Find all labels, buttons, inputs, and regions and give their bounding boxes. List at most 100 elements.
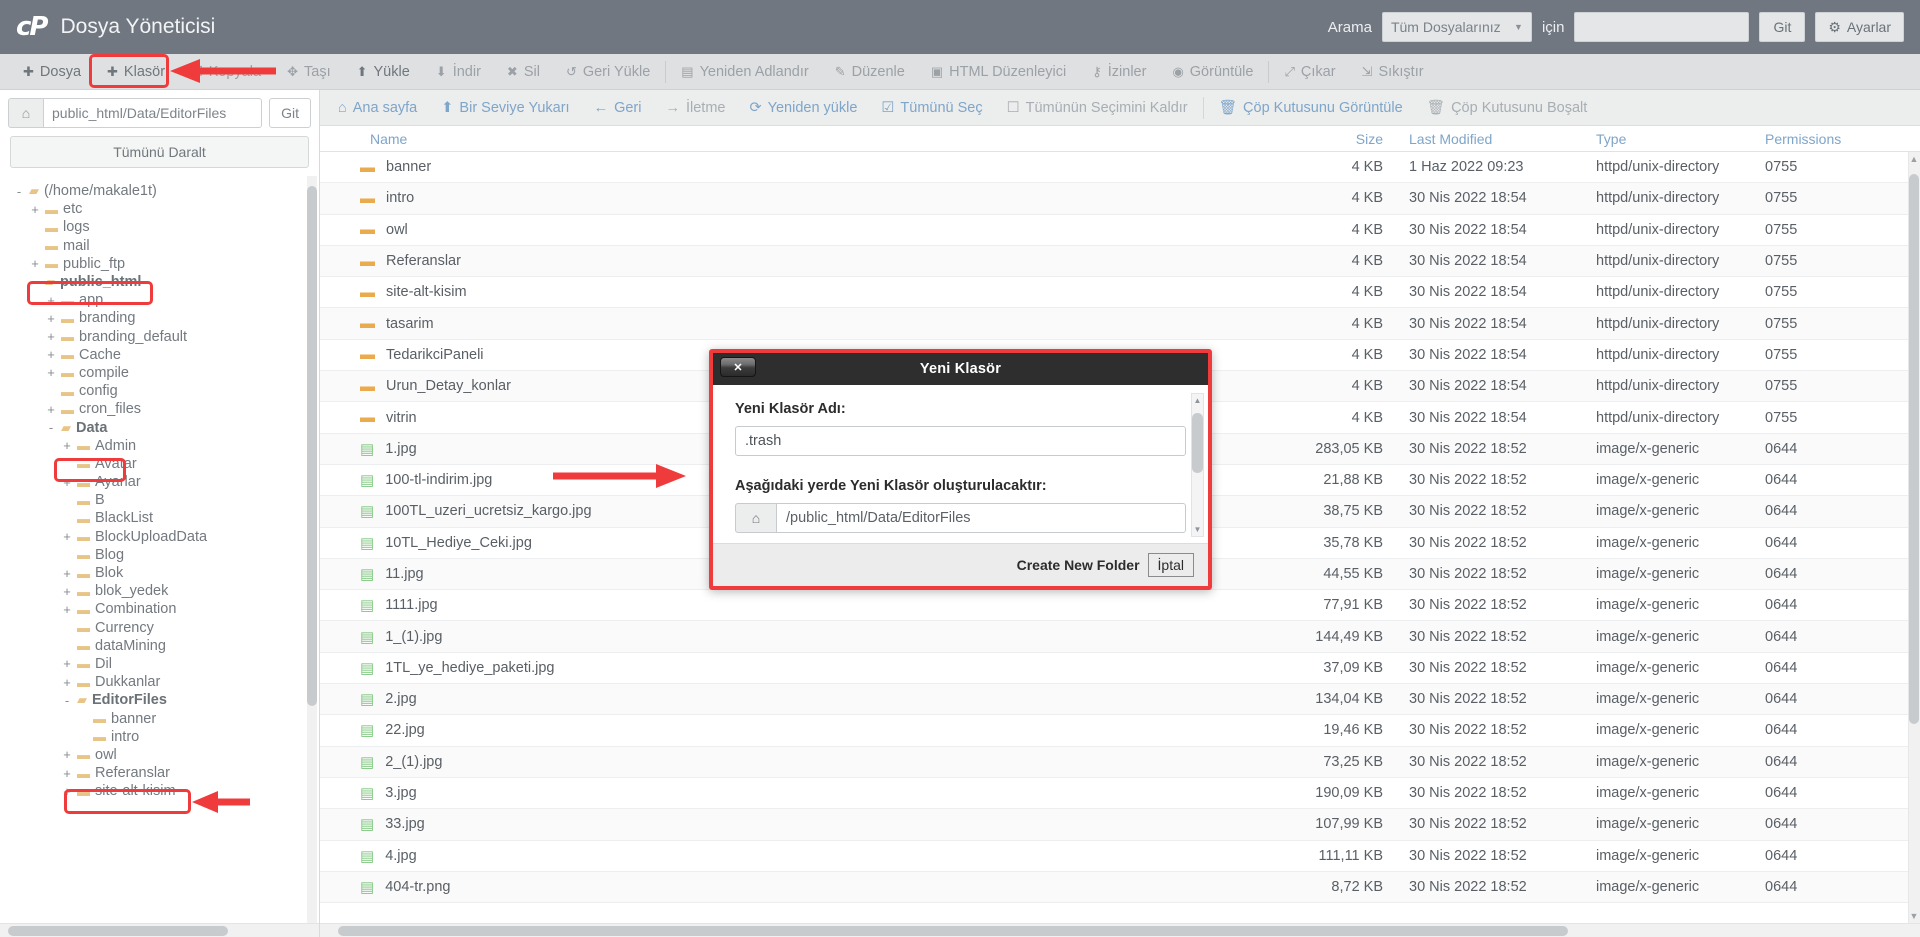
expand-icon[interactable]: + xyxy=(62,675,72,690)
column-header-name[interactable]: Name xyxy=(328,131,1283,147)
tree-node-public-ftp[interactable]: +▬public_ftp xyxy=(0,255,319,273)
expand-icon[interactable]: + xyxy=(62,475,72,490)
nav-button-t-m-n-se-[interactable]: ☑Tümünü Seç xyxy=(869,90,994,125)
table-row[interactable]: ▤4.jpg111,11 KB30 Nis 2022 18:52image/x-… xyxy=(320,841,1920,872)
tree-node-blog[interactable]: +▬Blog xyxy=(0,546,319,564)
file-list-vertical-scrollbar[interactable]: ▲ ▼ xyxy=(1908,152,1920,923)
toolbar-button-klas-r[interactable]: ✚Klasör xyxy=(94,54,178,89)
home-icon[interactable]: ⌂ xyxy=(735,503,777,533)
table-row[interactable]: ▬intro4 KB30 Nis 2022 18:54httpd/unix-di… xyxy=(320,183,1920,214)
nav-button-bir-seviye-yukar-[interactable]: ⬆Bir Seviye Yukarı xyxy=(429,90,581,125)
collapse-icon[interactable]: - xyxy=(46,420,56,435)
tree-node--home-makale1t-[interactable]: -▰(/home/makale1t) xyxy=(0,182,319,200)
git-button[interactable]: Git xyxy=(269,98,311,128)
collapse-icon[interactable]: - xyxy=(62,693,72,708)
table-row[interactable]: ▤33.jpg107,99 KB30 Nis 2022 18:52image/x… xyxy=(320,809,1920,840)
tree-node-owl[interactable]: +▬owl xyxy=(0,746,319,764)
nav-button-geri[interactable]: ←Geri xyxy=(582,90,654,125)
table-row[interactable]: ▤22.jpg19,46 KB30 Nis 2022 18:52image/x-… xyxy=(320,715,1920,746)
expand-icon[interactable]: + xyxy=(62,784,72,799)
expand-icon[interactable]: + xyxy=(46,293,56,308)
tree-node-blok-yedek[interactable]: +▬blok_yedek xyxy=(0,582,319,600)
expand-icon[interactable]: + xyxy=(30,202,40,217)
toolbar-button-dosya[interactable]: ✚Dosya xyxy=(10,54,94,89)
tree-node-dukkanlar[interactable]: +▬Dukkanlar xyxy=(0,673,319,691)
tree-node-combination[interactable]: +▬Combination xyxy=(0,600,319,618)
folder-name-input[interactable]: .trash xyxy=(735,426,1186,456)
expand-icon[interactable]: + xyxy=(62,602,72,617)
path-input[interactable]: public_html/Data/EditorFiles xyxy=(44,98,262,128)
nav-button--p-kutusunu-g-r-nt-le[interactable]: 🗑Çöp Kutusunu Görüntüle xyxy=(1207,90,1415,125)
tree-node-blok[interactable]: +▬Blok xyxy=(0,564,319,582)
tree-node-cache[interactable]: +▬Cache xyxy=(0,346,319,364)
table-row[interactable]: ▬Referanslar4 KB30 Nis 2022 18:54httpd/u… xyxy=(320,246,1920,277)
expand-icon[interactable]: + xyxy=(46,311,56,326)
scroll-up-icon[interactable]: ▲ xyxy=(1908,152,1920,166)
column-header-type[interactable]: Type xyxy=(1578,131,1753,147)
tree-node-config[interactable]: +▬config xyxy=(0,382,319,400)
table-row[interactable]: ▤1111.jpg77,91 KB30 Nis 2022 18:52image/… xyxy=(320,590,1920,621)
tree-node-editorfiles[interactable]: -▰EditorFiles xyxy=(0,691,319,709)
create-new-folder-button[interactable]: Create New Folder xyxy=(1009,553,1148,577)
table-row[interactable]: ▤1TL_ye_hediye_paketi.jpg37,09 KB30 Nis … xyxy=(320,653,1920,684)
tree-node-branding-default[interactable]: +▬branding_default xyxy=(0,328,319,346)
destination-path-input[interactable]: /public_html/Data/EditorFiles xyxy=(777,503,1186,533)
expand-icon[interactable]: + xyxy=(62,529,72,544)
nav-button-yeniden-y-kle[interactable]: ⟳Yeniden yükle xyxy=(737,90,869,125)
tree-node-avatar[interactable]: +▬Avatar xyxy=(0,455,319,473)
close-icon[interactable]: ✕ xyxy=(720,357,756,377)
settings-button[interactable]: ⚙ Ayarlar xyxy=(1815,12,1904,42)
column-header-permissions[interactable]: Permissions xyxy=(1753,131,1873,147)
expand-icon[interactable]: + xyxy=(46,329,56,344)
expand-icon[interactable]: + xyxy=(46,365,56,380)
collapse-icon[interactable]: - xyxy=(30,275,40,290)
tree-node-cron-files[interactable]: +▬cron_files xyxy=(0,400,319,418)
table-row[interactable]: ▤3.jpg190,09 KB30 Nis 2022 18:52image/x-… xyxy=(320,778,1920,809)
tree-node-blacklist[interactable]: +▬BlackList xyxy=(0,509,319,527)
table-row[interactable]: ▬owl4 KB30 Nis 2022 18:54httpd/unix-dire… xyxy=(320,215,1920,246)
tree-node-public-html[interactable]: -▰public_html xyxy=(0,273,319,291)
tree-scroll-thumb[interactable] xyxy=(307,186,317,706)
tree-node-mail[interactable]: +▬mail xyxy=(0,237,319,255)
dialog-scroll-up-icon[interactable]: ▲ xyxy=(1192,396,1203,405)
expand-icon[interactable]: + xyxy=(46,347,56,362)
cancel-button[interactable]: İptal xyxy=(1148,553,1194,577)
tree-node-datamining[interactable]: +▬dataMining xyxy=(0,637,319,655)
sidebar-hscroll-thumb[interactable] xyxy=(8,926,228,936)
table-row[interactable]: ▬tasarim4 KB30 Nis 2022 18:54httpd/unix-… xyxy=(320,308,1920,339)
table-row[interactable]: ▤404-tr.png8,72 KB30 Nis 2022 18:52image… xyxy=(320,872,1920,903)
dialog-scroll-down-icon[interactable]: ▼ xyxy=(1192,525,1203,534)
tree-node-referanslar[interactable]: +▬Referanslar xyxy=(0,764,319,782)
sidebar-horizontal-scrollbar[interactable] xyxy=(0,923,319,937)
table-row[interactable]: ▤2_(1).jpg73,25 KB30 Nis 2022 18:52image… xyxy=(320,747,1920,778)
tree-node-compile[interactable]: +▬compile xyxy=(0,364,319,382)
expand-icon[interactable]: + xyxy=(62,747,72,762)
expand-icon[interactable]: + xyxy=(62,584,72,599)
table-row[interactable]: ▬banner4 KB1 Haz 2022 09:23httpd/unix-di… xyxy=(320,152,1920,183)
expand-icon[interactable]: + xyxy=(62,566,72,581)
search-input[interactable] xyxy=(1574,12,1749,42)
tree-node-data[interactable]: -▰Data xyxy=(0,418,319,436)
tree-node-branding[interactable]: +▬branding xyxy=(0,309,319,327)
tree-node-ayarlar[interactable]: +▬Ayarlar xyxy=(0,473,319,491)
search-scope-select[interactable]: Tüm Dosyalarınız ▼ xyxy=(1382,12,1532,42)
tree-node-currency[interactable]: +▬Currency xyxy=(0,619,319,637)
tree-node-blockuploaddata[interactable]: +▬BlockUploadData xyxy=(0,528,319,546)
column-header-last-modified[interactable]: Last Modified xyxy=(1383,131,1578,147)
scroll-down-icon[interactable]: ▼ xyxy=(1908,909,1920,923)
dialog-scroll-thumb[interactable] xyxy=(1192,413,1203,473)
tree-node-app[interactable]: +▬app xyxy=(0,291,319,309)
nav-button-ana-sayfa[interactable]: ⌂Ana sayfa xyxy=(326,90,429,125)
collapse-icon[interactable]: - xyxy=(14,184,24,199)
expand-icon[interactable]: + xyxy=(46,402,56,417)
expand-icon[interactable]: + xyxy=(62,656,72,671)
file-list-horizontal-scrollbar[interactable] xyxy=(320,923,1920,937)
file-list-scroll-thumb[interactable] xyxy=(1909,174,1919,724)
table-row[interactable]: ▤1_(1).jpg144,49 KB30 Nis 2022 18:52imag… xyxy=(320,621,1920,652)
tree-node-banner[interactable]: +▬banner xyxy=(0,709,319,727)
file-list-hscroll-thumb[interactable] xyxy=(338,926,1568,936)
expand-icon[interactable]: + xyxy=(62,438,72,453)
tree-node-intro[interactable]: +▬intro xyxy=(0,728,319,746)
collapse-all-button[interactable]: Tümünü Daralt xyxy=(10,136,309,168)
tree-node-etc[interactable]: +▬etc xyxy=(0,200,319,218)
